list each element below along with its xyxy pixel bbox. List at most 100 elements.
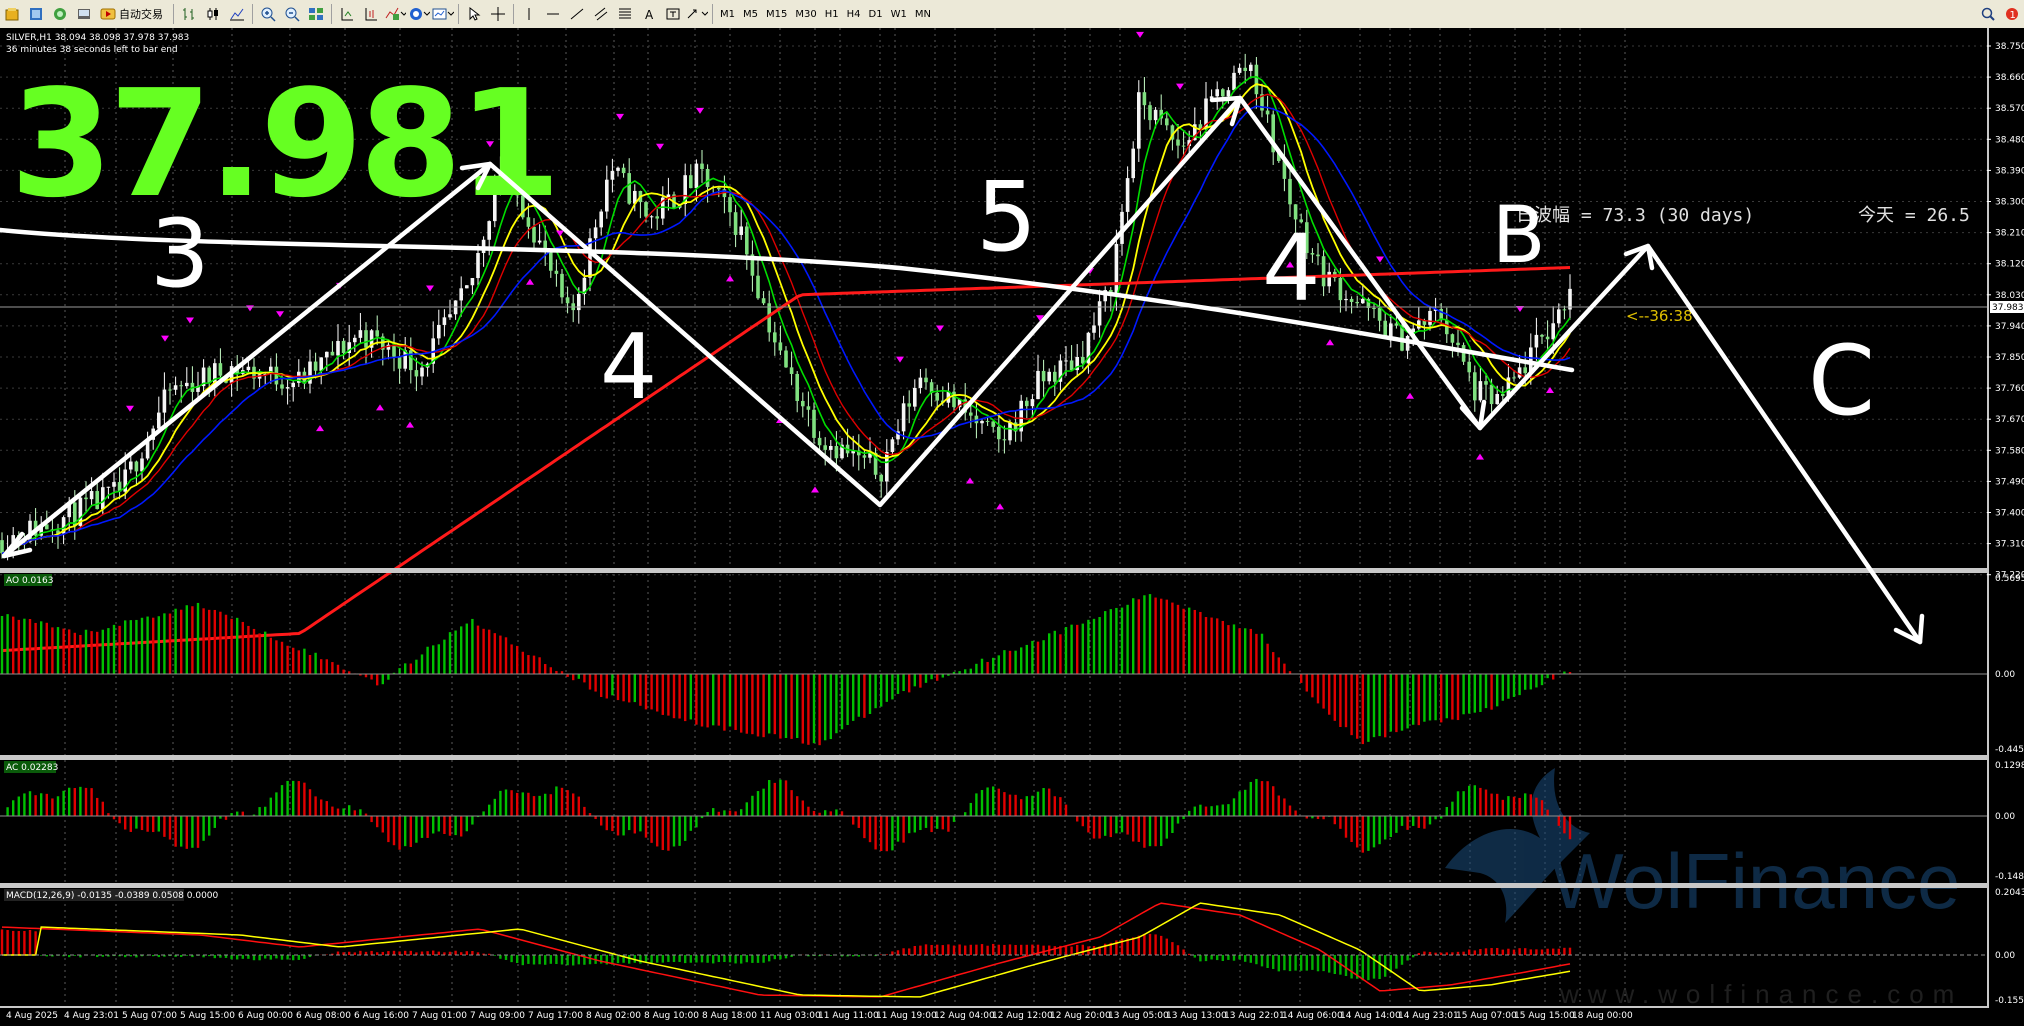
text-icon[interactable]: A: [638, 3, 660, 25]
tile-windows-icon[interactable]: [305, 3, 327, 25]
indicators-icon[interactable]: [384, 3, 406, 25]
ao-bar: [1244, 628, 1247, 674]
line-chart-icon[interactable]: [226, 3, 248, 25]
time-tick-label: 7 Aug 01:00: [412, 1011, 467, 1021]
timeframe-mn[interactable]: MN: [911, 9, 935, 20]
ac-bar: [269, 797, 272, 816]
time-axis: 4 Aug 2025 4 Aug 23:01 5 Aug 07:00 5 Aug 15…: [6, 1011, 1633, 1021]
ac-bar: [140, 816, 144, 831]
ao-bar: [1070, 624, 1073, 674]
horizontal-line-icon[interactable]: [542, 3, 564, 25]
pane-separator[interactable]: [0, 883, 1988, 888]
macd-bar: [1490, 948, 1493, 955]
ao-bar: [1031, 640, 1034, 674]
macd-bar: [516, 955, 519, 963]
candlestick-icon[interactable]: [202, 3, 224, 25]
navigator-icon[interactable]: [49, 3, 71, 25]
timeframe-h4[interactable]: H4: [843, 9, 865, 20]
ao-bar: [1132, 598, 1135, 674]
ac-bar: [1395, 816, 1398, 833]
auto-scroll-icon[interactable]: [336, 3, 358, 25]
ac-bar: [1490, 793, 1493, 816]
autotrade-label: 自动交易: [119, 8, 163, 21]
ac-bar: [656, 816, 659, 847]
cursor-icon[interactable]: [463, 3, 485, 25]
timeframe-m1[interactable]: M1: [716, 9, 739, 20]
ac-bar: [1372, 816, 1376, 848]
search-icon[interactable]: [1977, 3, 1999, 25]
new-order-icon[interactable]: [1, 3, 23, 25]
candle-body: [1568, 288, 1572, 310]
ao-bar: [1148, 594, 1152, 674]
macd-bar: [947, 944, 950, 955]
ao-bar: [1350, 674, 1353, 736]
candle-body: [1265, 110, 1270, 115]
chart-shift-icon[interactable]: [360, 3, 382, 25]
ac-bar: [1109, 816, 1112, 838]
ao-bar: [678, 674, 681, 719]
channel-icon[interactable]: [590, 3, 612, 25]
arrows-icon[interactable]: [686, 3, 708, 25]
time-tick-label: 15 Aug 15:00: [1514, 1011, 1575, 1021]
toolbar-separator: [458, 4, 459, 24]
ao-bar: [1272, 652, 1275, 674]
ao-bar: [930, 674, 933, 680]
ac-bar: [1389, 816, 1392, 837]
ac-bar: [1199, 804, 1202, 816]
ao-bar: [768, 674, 771, 734]
pane-separator[interactable]: [0, 568, 1988, 573]
bar-chart-icon[interactable]: [178, 3, 200, 25]
vertical-line-icon[interactable]: [518, 3, 540, 25]
ac-bar: [706, 811, 709, 816]
zoom-out-icon[interactable]: [281, 3, 303, 25]
macd-bar: [706, 955, 709, 963]
text-label-icon[interactable]: [662, 3, 684, 25]
notifications-icon[interactable]: 1: [2001, 3, 2023, 25]
candle-body: [694, 163, 699, 189]
autotrade-icon: [100, 8, 116, 20]
ao-bar: [874, 674, 877, 709]
terminal-icon[interactable]: [73, 3, 95, 25]
ac-bar: [773, 782, 776, 816]
macd-bar: [577, 955, 580, 965]
macd-bar: [292, 955, 295, 961]
ac-bar: [185, 816, 188, 849]
macd-bar: [17, 931, 20, 955]
time-tick-label: 8 Aug 02:00: [586, 1011, 641, 1021]
periods-icon[interactable]: [408, 3, 430, 25]
macd-bar: [1020, 944, 1023, 955]
autotrade-button[interactable]: 自动交易: [97, 3, 169, 25]
ac-bar: [325, 801, 328, 816]
macd-bar: [437, 951, 440, 955]
ao-bar: [174, 608, 177, 674]
zoom-in-icon[interactable]: [257, 3, 279, 25]
timeframe-w1[interactable]: W1: [887, 9, 911, 20]
ac-bar: [224, 816, 228, 820]
pane-separator[interactable]: [0, 755, 1988, 760]
fibonacci-icon[interactable]: [614, 3, 636, 25]
ao-bar: [980, 658, 984, 674]
macd-bar: [1552, 948, 1555, 955]
timeframe-m5[interactable]: M5: [739, 9, 762, 20]
ao-bar: [1003, 650, 1006, 674]
market-watch-icon[interactable]: [25, 3, 47, 25]
timeframe-d1[interactable]: D1: [865, 9, 887, 20]
time-tick-label: 5 Aug 15:00: [180, 1011, 235, 1021]
timeframe-m15[interactable]: M15: [762, 9, 791, 20]
ao-bar: [527, 655, 530, 674]
ao-bar: [460, 626, 463, 674]
candle-body: [179, 385, 183, 387]
chart-window[interactable]: WolFinance www.wolfinance.com 38.750 38.6…: [0, 28, 2024, 1026]
crosshair-icon[interactable]: [487, 3, 509, 25]
macd-bar: [521, 955, 524, 966]
ao-bar: [1059, 634, 1062, 674]
templates-icon[interactable]: [432, 3, 454, 25]
timeframe-m30[interactable]: M30: [791, 9, 820, 20]
svg-text:AC 0.02283: AC 0.02283: [6, 763, 58, 773]
trendline-icon[interactable]: [566, 3, 588, 25]
candle-body: [168, 389, 172, 391]
ao-bar: [6, 614, 9, 674]
macd-bar: [684, 955, 687, 964]
ac-bar: [359, 809, 362, 816]
timeframe-h1[interactable]: H1: [821, 9, 843, 20]
